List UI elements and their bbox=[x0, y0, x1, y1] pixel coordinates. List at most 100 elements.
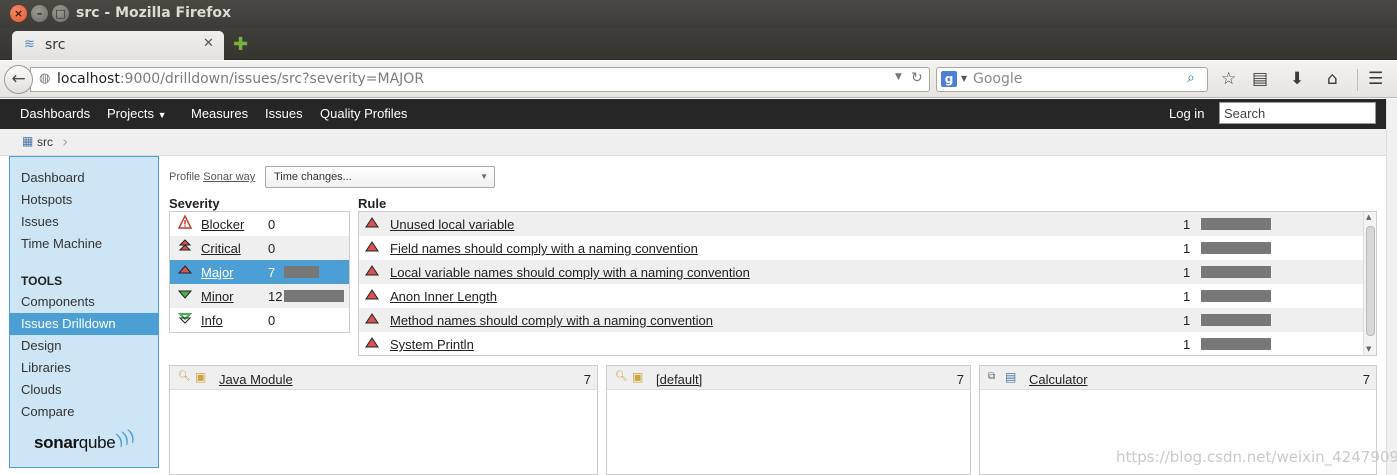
nav-measures[interactable]: Measures bbox=[191, 106, 248, 121]
package-panel: 🔍︎ ▣ [default] 7 bbox=[606, 365, 971, 475]
package-icon: ▦ bbox=[22, 134, 34, 148]
reload-icon[interactable]: ↻ bbox=[911, 70, 923, 86]
rule-name[interactable]: Method names should comply with a naming… bbox=[390, 313, 713, 328]
watermark: https://blog.csdn.net/weixin_42479092 bbox=[1116, 448, 1397, 466]
page-scrollbar[interactable] bbox=[1386, 99, 1397, 475]
nav-dashboards[interactable]: Dashboards bbox=[20, 106, 90, 121]
rule-name[interactable]: Anon Inner Length bbox=[390, 289, 497, 304]
nav-issues[interactable]: Issues bbox=[265, 106, 303, 121]
rule-name[interactable]: Field names should comply with a naming … bbox=[390, 241, 698, 256]
select-chevron-down-icon: ▼ bbox=[480, 172, 488, 181]
sidebar-item-time-machine[interactable]: Time Machine bbox=[10, 233, 158, 255]
rule-row[interactable]: System Println 1 bbox=[359, 332, 1363, 355]
home-icon[interactable]: ⌂ bbox=[1327, 69, 1338, 89]
sidebar-item-hotspots[interactable]: Hotspots bbox=[10, 189, 158, 211]
rule-count: 1 bbox=[1183, 265, 1191, 280]
package-folder-icon: ▣ bbox=[632, 370, 644, 384]
rule-name[interactable]: System Println bbox=[390, 337, 474, 352]
google-logo-icon[interactable]: g bbox=[941, 71, 957, 87]
tab-close-icon[interactable]: ✕ bbox=[203, 36, 214, 51]
window-maximize-button[interactable]: □ bbox=[52, 5, 69, 22]
nav-projects[interactable]: Projects ▼ bbox=[107, 106, 167, 121]
severity-row-blocker[interactable]: Blocker 0 bbox=[170, 212, 349, 236]
rule-row[interactable]: Local variable names should comply with … bbox=[359, 260, 1363, 284]
sidebar-item-issues[interactable]: Issues bbox=[10, 211, 158, 233]
sidebar-item-design[interactable]: Design bbox=[10, 335, 158, 357]
scroll-up-icon[interactable]: ▲ bbox=[1366, 213, 1371, 221]
sidebar-item-clouds[interactable]: Clouds bbox=[10, 379, 158, 401]
rule-name[interactable]: Local variable names should comply with … bbox=[390, 265, 750, 280]
reading-list-icon[interactable]: ▤ bbox=[1252, 69, 1268, 89]
projects-chevron-down-icon: ▼ bbox=[157, 110, 167, 120]
zoom-icon[interactable]: 🔍︎ bbox=[615, 371, 628, 382]
url-history-chevron-down-icon[interactable]: ▼ bbox=[895, 72, 902, 82]
rule-count: 1 bbox=[1183, 217, 1191, 232]
new-tab-plus-icon[interactable]: ✚ bbox=[233, 34, 248, 55]
sidebar-item-components[interactable]: Components bbox=[10, 291, 158, 313]
panel-title[interactable]: Calculator bbox=[1029, 372, 1088, 387]
browser-search-input[interactable]: g ▼ Google ⌕ bbox=[936, 67, 1208, 92]
scroll-down-icon[interactable]: ▼ bbox=[1366, 345, 1371, 353]
window-close-button[interactable]: × bbox=[10, 5, 27, 22]
rule-list-scrollbar[interactable]: ▲ ▼ bbox=[1363, 212, 1376, 355]
url-bar[interactable]: ◍ localhost:9000/drilldown/issues/src?se… bbox=[30, 67, 930, 92]
rule-name[interactable]: Unused local variable bbox=[390, 217, 514, 232]
sidebar-item-dashboard[interactable]: Dashboard bbox=[10, 167, 158, 189]
java-file-icon: ▤ bbox=[1005, 370, 1017, 384]
tab-strip: ≋ src ✕ bbox=[0, 28, 1397, 60]
severity-name[interactable]: Major bbox=[201, 265, 234, 280]
panel-count: 7 bbox=[1362, 372, 1370, 387]
severity-name[interactable]: Blocker bbox=[201, 217, 244, 232]
rule-row[interactable]: Field names should comply with a naming … bbox=[359, 236, 1363, 260]
sonar-top-nav: Dashboards Projects ▼ Measures Issues Qu… bbox=[0, 99, 1386, 129]
login-link[interactable]: Log in bbox=[1169, 106, 1204, 121]
rule-count: 1 bbox=[1183, 289, 1191, 304]
severity-row-info[interactable]: Info 0 bbox=[170, 308, 349, 332]
browser-tab[interactable]: ≋ src ✕ bbox=[12, 31, 224, 60]
tab-label: src bbox=[45, 37, 66, 53]
time-changes-select[interactable]: Time changes... ▼ bbox=[265, 166, 495, 188]
sonarqube-waves-icon: ))) bbox=[113, 425, 138, 450]
severity-count: 0 bbox=[268, 241, 276, 256]
open-window-icon[interactable]: ⧉ bbox=[988, 371, 995, 382]
rule-row[interactable]: Unused local variable 1 bbox=[359, 212, 1363, 236]
rule-bar bbox=[1201, 218, 1271, 230]
zoom-icon[interactable]: 🔍︎ bbox=[178, 371, 191, 382]
nav-quality-profiles[interactable]: Quality Profiles bbox=[320, 106, 407, 121]
critical-severity-icon bbox=[178, 239, 192, 253]
search-icon[interactable]: ⌕ bbox=[1187, 70, 1195, 86]
download-arrow-icon[interactable]: ⬇ bbox=[1290, 69, 1304, 89]
module-panel: 🔍︎ ▣ Java Module 7 bbox=[169, 365, 598, 475]
scrollbar-thumb[interactable] bbox=[1366, 226, 1375, 336]
sidebar-item-issues-drilldown[interactable]: Issues Drilldown bbox=[10, 313, 158, 335]
major-severity-icon bbox=[365, 265, 379, 276]
severity-row-minor[interactable]: Minor 12 bbox=[170, 284, 349, 308]
severity-name[interactable]: Info bbox=[201, 313, 223, 328]
severity-name[interactable]: Critical bbox=[201, 241, 241, 256]
major-severity-icon bbox=[177, 263, 193, 277]
major-severity-icon bbox=[365, 337, 379, 348]
panel-title[interactable]: Java Module bbox=[219, 372, 293, 387]
url-text[interactable]: localhost:9000/drilldown/issues/src?seve… bbox=[57, 71, 424, 87]
severity-row-critical[interactable]: Critical 0 bbox=[170, 236, 349, 260]
sidebar-item-libraries[interactable]: Libraries bbox=[10, 357, 158, 379]
major-severity-icon bbox=[365, 289, 379, 300]
rule-row[interactable]: Method names should comply with a naming… bbox=[359, 308, 1363, 332]
panel-title[interactable]: [default] bbox=[656, 372, 702, 387]
breadcrumb: ▦ src › bbox=[0, 129, 1386, 156]
window-minimize-button[interactable]: – bbox=[31, 5, 48, 22]
sidebar-item-compare[interactable]: Compare bbox=[10, 401, 158, 423]
rule-row[interactable]: Anon Inner Length 1 bbox=[359, 284, 1363, 308]
back-arrow-icon[interactable]: ← bbox=[4, 65, 33, 94]
severity-row-major[interactable]: Major 7 bbox=[170, 260, 349, 284]
breadcrumb-item[interactable]: src bbox=[37, 135, 53, 149]
profile-link[interactable]: Sonar way bbox=[203, 171, 255, 183]
severity-count: 0 bbox=[268, 313, 276, 328]
window-titlebar: × – □ src - Mozilla Firefox bbox=[0, 0, 1397, 28]
sonar-search-input[interactable]: Search bbox=[1219, 102, 1376, 124]
hamburger-menu-icon[interactable]: ☰ bbox=[1368, 69, 1383, 89]
bookmark-star-icon[interactable]: ☆ bbox=[1221, 69, 1236, 89]
module-folder-icon: ▣ bbox=[195, 370, 207, 384]
severity-name[interactable]: Minor bbox=[201, 289, 234, 304]
search-engine-chevron-down-icon[interactable]: ▼ bbox=[961, 74, 967, 83]
